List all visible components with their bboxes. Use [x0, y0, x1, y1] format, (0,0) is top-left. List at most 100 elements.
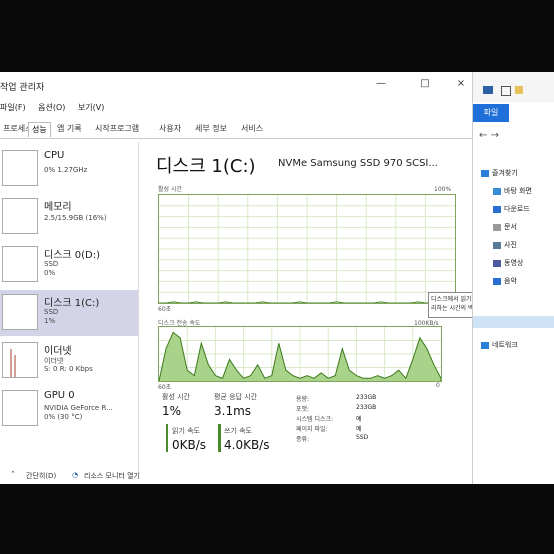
nav-label: 동영상 — [504, 259, 524, 267]
folder-icon[interactable] — [515, 86, 523, 94]
sidebar-item-sub2: 1% — [44, 317, 56, 325]
nav-item-documents[interactable]: 문서 — [493, 222, 517, 232]
download-icon — [493, 205, 501, 213]
stat-response-label: 평균 응답 시간 — [214, 393, 258, 401]
stat-write-value: 4.0KB/s — [224, 438, 270, 452]
sidebar-item-memory[interactable]: 메모리 2.5/15.9GB (16%) — [0, 194, 138, 240]
nav-item-videos[interactable]: 동영상 — [493, 258, 523, 268]
nav-label: 바탕 화면 — [504, 187, 532, 195]
nav-item-network[interactable]: 네트워크 — [481, 340, 518, 350]
write-indicator — [218, 424, 221, 452]
tab-app-history[interactable]: 앱 기록 — [54, 122, 85, 136]
active-time-graph — [158, 194, 456, 304]
forward-arrow-icon[interactable]: → — [491, 130, 499, 141]
explorer-file-tab[interactable]: 파일 — [473, 104, 509, 122]
sidebar-item-sub: 2.5/15.9GB (16%) — [44, 214, 107, 222]
sidebar-item-title: 이더넷 — [44, 346, 72, 357]
nav-label: 다운로드 — [504, 205, 530, 213]
close-button[interactable]: × — [454, 78, 468, 90]
star-icon — [481, 169, 489, 177]
window-title: 작업 관리자 — [0, 83, 45, 93]
screen: 작업 관리자 — □ × 파일(F) 옵션(O) 보기(V) 프로세스 성능 앱… — [0, 72, 554, 484]
performance-panel: 디스크 1(C:) NVMe Samsung SSD 970 SCSI... 활… — [152, 146, 468, 476]
selected-nav-row[interactable] — [473, 316, 554, 328]
gpu-thumbnail — [2, 390, 38, 426]
nav-label: 사진 — [504, 241, 517, 249]
disk0-thumbnail — [2, 246, 38, 282]
tab-performance[interactable]: 성능 — [28, 122, 51, 137]
detail-key: 시스템 디스크: — [296, 416, 334, 423]
percent-max-label: 100% — [434, 186, 452, 193]
sidebar-item-disk0[interactable]: 디스크 0(D:) SSD 0% — [0, 242, 138, 288]
video-icon — [493, 259, 501, 267]
resource-sidebar: CPU 0% 1.27GHz 메모리 2.5/15.9GB (16%) 디스크 … — [0, 142, 139, 472]
maximize-button[interactable]: □ — [418, 78, 432, 90]
memory-thumbnail — [2, 198, 38, 234]
sidebar-item-ethernet[interactable]: 이더넷 이더넷 S: 0 R: 0 Kbps — [0, 338, 138, 384]
sidebar-item-title: 메모리 — [44, 202, 72, 213]
nav-item-desktop[interactable]: 바탕 화면 — [493, 186, 532, 196]
nav-label: 문서 — [504, 223, 517, 231]
brief-view-link[interactable]: 간단히(D) — [26, 471, 56, 481]
chevron-up-icon[interactable]: ⌃ — [10, 470, 16, 478]
monitor-icon — [483, 86, 493, 94]
sidebar-item-title: CPU — [44, 150, 65, 161]
ethernet-thumbnail — [2, 342, 38, 378]
disk1-thumbnail — [2, 294, 38, 330]
sidebar-item-sub: SSD — [44, 260, 59, 268]
stat-read-label: 읽기 속도 — [172, 427, 200, 435]
music-icon — [493, 277, 501, 285]
nav-item-downloads[interactable]: 다운로드 — [493, 204, 530, 214]
tab-startup[interactable]: 시작프로그램 — [92, 122, 142, 136]
zero-label-2: 0 — [436, 382, 440, 389]
detail-key: 용량: — [296, 396, 310, 403]
read-indicator — [166, 424, 168, 452]
picture-icon — [493, 241, 501, 249]
menu-options[interactable]: 옵션(O) — [38, 103, 65, 112]
quick-access-item[interactable]: 즐겨찾기 — [481, 168, 518, 178]
sidebar-item-cpu[interactable]: CPU 0% 1.27GHz — [0, 146, 138, 192]
menu-file[interactable]: 파일(F) — [0, 103, 26, 112]
resource-monitor-icon: ◔ — [72, 471, 79, 479]
transfer-rate-graph — [158, 326, 442, 382]
detail-key: 종류: — [296, 436, 310, 443]
sidebar-item-title: GPU 0 — [44, 390, 75, 401]
stat-active-label: 활성 시간 — [162, 393, 190, 401]
sidebar-item-sub: 0% 1.27GHz — [44, 166, 88, 174]
ethernet-spike-graph — [10, 349, 16, 377]
menu-view[interactable]: 보기(V) — [78, 103, 104, 112]
nav-item-music[interactable]: 음악 — [493, 276, 517, 286]
network-icon — [481, 341, 489, 349]
file-explorer-window: 파일 ← → 즐겨찾기 바탕 화면 다운로드 문서 사진 동영상 음악 네트워크 — [472, 72, 554, 484]
properties-icon[interactable] — [501, 86, 511, 96]
back-arrow-icon[interactable]: ← — [479, 130, 487, 141]
tab-details[interactable]: 세부 정보 — [192, 122, 230, 136]
tab-bar: 프로세스 성능 앱 기록 시작프로그램 사용자 세부 정보 서비스 — [0, 120, 472, 139]
stat-read-value: 0KB/s — [172, 438, 207, 452]
tab-users[interactable]: 사용자 — [156, 122, 184, 136]
sixty-seconds-label: 60초 — [158, 306, 172, 313]
nav-item-pictures[interactable]: 사진 — [493, 240, 517, 250]
sidebar-item-sub2: S: 0 R: 0 Kbps — [44, 365, 93, 373]
disk-model: NVMe Samsung SSD 970 SCSI... — [278, 158, 438, 169]
detail-value: 예 — [356, 426, 362, 433]
explorer-nav-arrows: ← → — [479, 130, 499, 141]
stat-response-value: 3.1ms — [214, 404, 252, 418]
stat-write-label: 쓰기 속도 — [224, 427, 252, 435]
nav-label: 음악 — [504, 277, 517, 285]
network-label: 네트워크 — [492, 341, 518, 349]
menu-bar: 파일(F) 옵션(O) 보기(V) — [0, 102, 114, 116]
sidebar-item-disk1[interactable]: 디스크 1(C:) SSD 1% — [0, 290, 138, 336]
minimize-button[interactable]: — — [374, 78, 388, 90]
resource-monitor-link[interactable]: 리소스 모니터 열기 — [84, 471, 140, 481]
footer-bar: ⌃ 간단히(D) ◔ 리소스 모니터 열기 — [0, 468, 472, 484]
task-manager-window: 작업 관리자 — □ × 파일(F) 옵션(O) 보기(V) 프로세스 성능 앱… — [0, 72, 472, 484]
sidebar-item-gpu[interactable]: GPU 0 NVIDIA GeForce R... 0% (30 °C) — [0, 386, 138, 432]
tab-services[interactable]: 서비스 — [238, 122, 266, 136]
detail-value: 233GB — [356, 394, 377, 401]
sidebar-item-title: 디스크 1(C:) — [44, 298, 100, 309]
disk-title: 디스크 1(C:) — [156, 156, 256, 177]
detail-value: 예 — [356, 416, 362, 423]
document-icon — [493, 223, 501, 231]
title-bar: 작업 관리자 — □ × — [0, 72, 472, 98]
